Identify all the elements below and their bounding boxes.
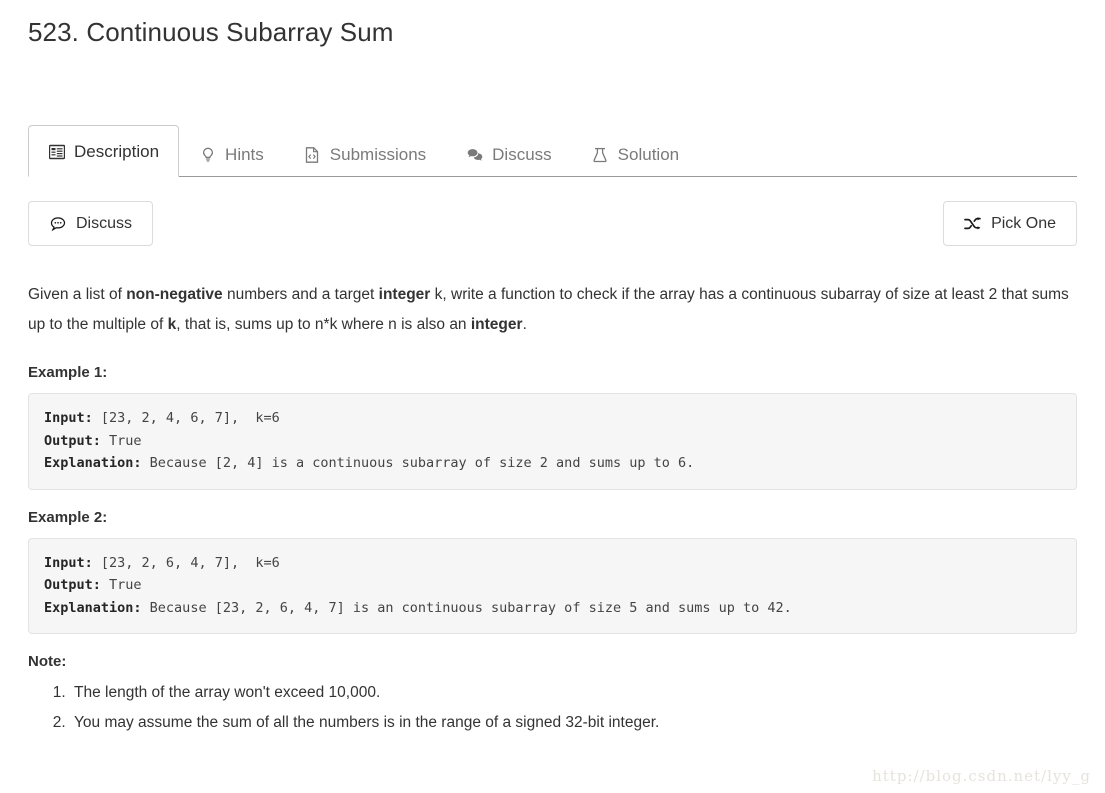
tab-submissions[interactable]: Submissions	[284, 133, 446, 177]
tab-bar: Description Hints Submissions Discuss So…	[28, 114, 1077, 177]
comments-icon	[466, 146, 483, 163]
example-1-explanation-value: Because [2, 4] is a continuous subarray …	[141, 455, 695, 472]
tab-hints-label: Hints	[225, 145, 264, 164]
example-2-input-label: Input:	[44, 554, 93, 571]
problem-description: Given a list of non-negative numbers and…	[28, 280, 1077, 340]
note-heading: Note:	[28, 653, 67, 671]
example-1-explanation-label: Explanation:	[44, 455, 142, 472]
desc-seg-2: numbers and a target	[222, 286, 379, 304]
desc-seg-5: .	[522, 316, 527, 334]
tab-submissions-label: Submissions	[329, 145, 427, 164]
file-code-icon	[304, 146, 321, 163]
note-list-item: You may assume the sum of all the number…	[70, 708, 1077, 738]
tab-solution[interactable]: Solution	[572, 133, 699, 177]
desc-bold-3: k	[167, 316, 177, 334]
comment-dots-icon	[49, 215, 66, 232]
example-1-output-value: True	[100, 432, 142, 449]
description-list-icon	[48, 143, 65, 160]
desc-seg-1: Given a list of	[28, 286, 127, 304]
pick-one-button[interactable]: Pick One	[943, 201, 1077, 247]
example-2-output-label: Output:	[44, 577, 101, 594]
pick-one-button-label: Pick One	[991, 215, 1056, 232]
tab-description-label: Description	[74, 142, 160, 161]
note-list-item: The length of the array won't exceed 10,…	[70, 678, 1077, 708]
desc-bold-4: integer	[470, 316, 523, 334]
example-2-heading: Example 2:	[28, 508, 108, 526]
example-1-heading: Example 1:	[28, 364, 108, 382]
discuss-button[interactable]: Discuss	[28, 201, 154, 247]
lightbulb-icon	[199, 146, 216, 163]
tab-discuss[interactable]: Discuss	[446, 133, 572, 177]
watermark: http://blog.csdn.net/lyy_g	[872, 767, 1091, 785]
tab-discuss-label: Discuss	[492, 145, 552, 164]
example-1-output-label: Output:	[44, 432, 101, 449]
example-1-code: Input: [23, 2, 4, 6, 7], k=6 Output: Tru…	[28, 393, 1077, 490]
page-title: 523. Continuous Subarray Sum	[28, 17, 394, 47]
flask-icon	[592, 146, 609, 163]
problem-content: Given a list of non-negative numbers and…	[28, 280, 1077, 738]
example-2-explanation-value: Because [23, 2, 6, 4, 7] is an continuou…	[141, 599, 792, 616]
note-list: The length of the array won't exceed 10,…	[28, 678, 1077, 738]
example-2-input-value: [23, 2, 6, 4, 7], k=6	[92, 554, 280, 571]
tab-solution-label: Solution	[617, 145, 680, 164]
discuss-button-label: Discuss	[76, 215, 133, 232]
example-2-output-value: True	[100, 577, 142, 594]
desc-bold-2: integer	[378, 286, 431, 304]
example-1-input-value: [23, 2, 4, 6, 7], k=6	[92, 410, 280, 427]
example-2-explanation-label: Explanation:	[44, 599, 142, 616]
desc-seg-4: , that is, sums up to n*k where n is als…	[176, 316, 471, 334]
problem-page: 523. Continuous Subarray Sum Description	[0, 0, 1105, 793]
tab-description[interactable]: Description	[28, 125, 180, 177]
shuffle-icon	[964, 215, 981, 232]
desc-bold-1: non-negative	[126, 286, 223, 304]
example-1-input-label: Input:	[44, 410, 93, 427]
example-2-code: Input: [23, 2, 6, 4, 7], k=6 Output: Tru…	[28, 537, 1077, 635]
tab-hints[interactable]: Hints	[179, 133, 284, 177]
action-row: Discuss Pick One	[28, 201, 1077, 247]
